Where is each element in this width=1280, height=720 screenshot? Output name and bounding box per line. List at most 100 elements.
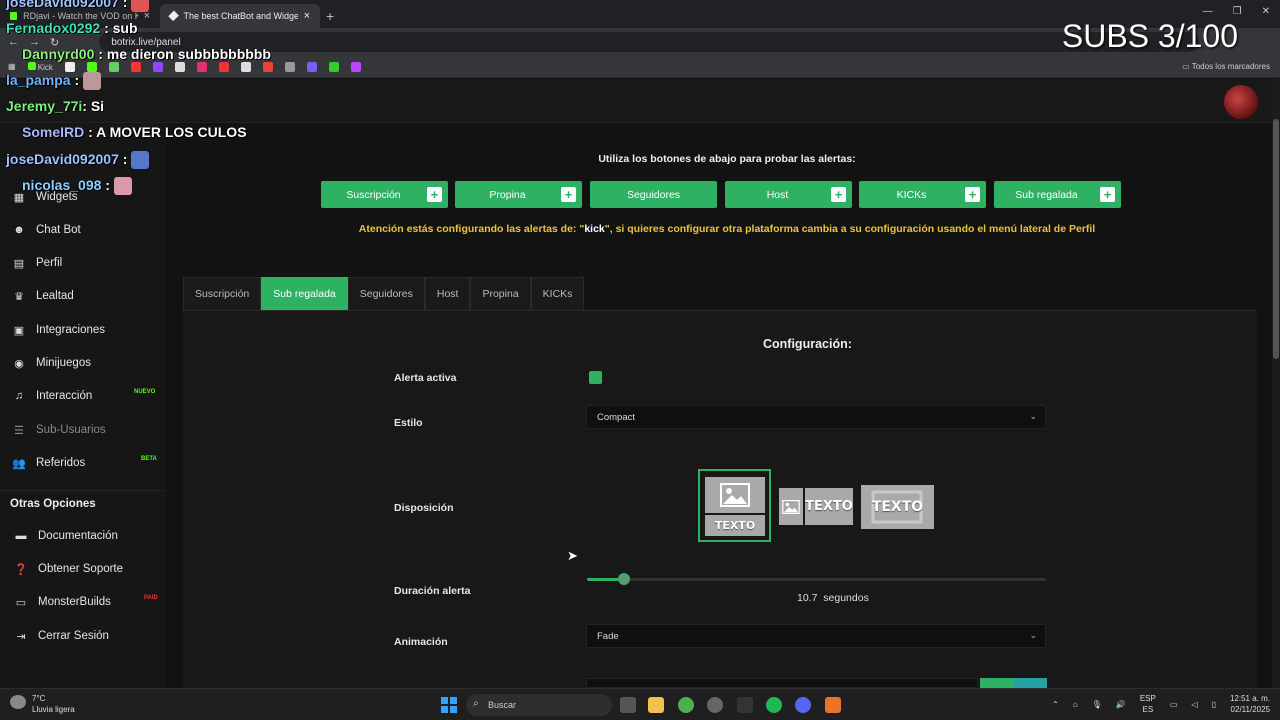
discord-icon[interactable] [795,697,811,713]
laptop-icon: ▭ [15,596,27,609]
chat-text: : [105,177,110,193]
scrollbar-thumb[interactable] [1273,119,1279,359]
avatar[interactable] [1224,85,1258,119]
gmail-icon[interactable] [262,61,273,72]
bookmark-icon[interactable] [306,61,317,72]
bookmark-icon[interactable] [108,61,119,72]
tiktok-icon[interactable] [64,61,75,72]
sidebar-item-cerrar-sesion[interactable]: ⇥ Cerrar Sesión [14,630,109,643]
layout-option-overlay[interactable]: TEXTO [861,485,934,529]
close-window-icon[interactable]: ✕ [1262,6,1270,17]
emote-icon [131,151,150,170]
apps-grid-icon[interactable]: ▦ [8,62,16,71]
save-image-button[interactable] [1013,678,1047,688]
layout-option-side[interactable]: TEXTO [779,488,853,525]
sidebar-item-monsterbuilds[interactable]: ▭ MonsterBuilds [14,596,111,609]
windows-start-icon[interactable] [441,697,457,713]
chat-user: SomeIRD [22,124,85,140]
estilo-select[interactable]: Compact ⌄ [586,405,1046,429]
mic-icon[interactable]: 🎙 [1092,700,1102,709]
sidebar-divider [0,490,166,491]
back-icon[interactable]: ← [8,36,19,48]
page-header [0,79,1272,123]
layout-option-stacked[interactable]: TEXTO [698,469,771,542]
instagram-icon[interactable] [196,61,207,72]
twitch-icon[interactable] [152,61,163,72]
clock-date: 02/11/2025 [1230,705,1270,714]
sidebar-item-integraciones[interactable]: ▣ Integraciones [12,324,105,337]
duracion-slider[interactable] [587,573,1046,585]
sidebar-item-soporte[interactable]: ❓ Obtener Soporte [14,563,123,576]
browser-tab-botrix[interactable]: The best ChatBot and Widgets × [160,4,320,28]
test-suscripcion-button[interactable]: Suscripción + [321,181,448,208]
page-scrollbar[interactable] [1272,79,1280,688]
chat-user: la_pampa [6,72,71,88]
taskbar-search[interactable]: ⌕ Buscar [466,694,612,716]
animacion-select[interactable]: Fade ⌄ [586,624,1046,648]
minimize-icon[interactable]: — [1203,6,1213,17]
button-label: Propina [489,188,526,201]
sidebar-item-sub-usuarios[interactable]: ☰ Sub-Usuarios [12,424,106,437]
tab-propina[interactable]: Propina [470,277,531,310]
volume-icon[interactable]: 🔊 [1116,700,1126,709]
bookmark-icon[interactable] [218,61,229,72]
sidebar-item-minijuegos[interactable]: ◉ Minijuegos [12,357,91,370]
close-icon[interactable]: × [304,10,310,22]
image-url-input[interactable] [586,678,978,688]
bookmark-icon[interactable] [284,61,295,72]
new-tab-button[interactable]: + [326,8,334,28]
maximize-icon[interactable]: ❐ [1233,6,1242,17]
youtube-icon[interactable] [130,61,141,72]
all-bookmarks[interactable]: ▭ Todos los marcadores [1182,62,1270,71]
sidebar-item-documentacion[interactable]: ▬ Documentación [14,530,118,542]
weather-widget[interactable]: 7°C Lluvia ligera [8,693,75,715]
sidebar-item-label: Cerrar Sesión [38,630,109,642]
sidebar-item-lealtad[interactable]: ♛ Lealtad [12,290,74,303]
estilo-value: Compact [597,411,636,423]
speaker-icon[interactable]: ◁ [1191,700,1197,709]
obs-icon[interactable] [707,697,723,713]
screen: RDjavi - Watch the VOD on Kick × The bes… [0,0,1280,720]
sidebar-item-interaccion[interactable]: ♫ Interacción [12,390,92,402]
file-explorer-icon[interactable] [648,697,664,713]
terminal-icon[interactable] [737,697,753,713]
kick-icon[interactable] [86,61,97,72]
network-icon[interactable]: ⌂ [1073,700,1078,709]
chat-user: Fernadox0292 [6,20,101,36]
spotify-icon[interactable] [766,697,782,713]
alerta-activa-label: Alerta activa [394,372,457,384]
tab-sub-regalada[interactable]: Sub regalada [261,277,348,310]
test-sub-regalada-button[interactable]: Sub regalada + [994,181,1121,208]
task-view-icon[interactable] [620,697,636,713]
music-note-icon: ♫ [14,390,24,402]
sidebar-item-perfil[interactable]: ▤ Perfil [12,257,62,270]
battery-icon[interactable]: ▯ [1212,700,1216,709]
clock[interactable]: 12:51 a. m. 02/11/2025 [1230,693,1270,715]
bookmark-icon[interactable] [240,61,251,72]
display-icon[interactable]: ▭ [1170,700,1178,709]
test-propina-button[interactable]: Propina + [455,181,582,208]
alerta-activa-checkbox[interactable] [589,371,602,384]
tab-seguidores[interactable]: Seguidores [347,277,425,310]
app-icon[interactable] [825,697,841,713]
upload-button[interactable] [980,678,1014,688]
test-kicks-button[interactable]: KICKs + [859,181,986,208]
test-host-button[interactable]: Host + [725,181,852,208]
chevron-up-icon[interactable]: ⌃ [1052,700,1059,709]
bookmark-icon[interactable] [328,61,339,72]
test-seguidores-button[interactable]: Seguidores [590,181,717,208]
chat-line: joseDavid092007 : [6,0,150,13]
layout-text: TEXTO [805,488,853,525]
tab-kicks[interactable]: KICKs [530,277,585,310]
sidebar-item-label: Interacción [36,390,93,402]
language-indicator[interactable]: ESP ES [1140,693,1156,715]
slider-handle[interactable] [617,573,630,585]
tab-suscripcion[interactable]: Suscripción [183,277,262,310]
button-label: Suscripción [346,188,401,201]
chrome-icon[interactable] [678,697,694,713]
sidebar-item-referidos[interactable]: 👥 Referidos [12,457,85,470]
x-icon[interactable] [174,61,185,72]
bookmark-kick[interactable]: Kick [27,61,53,72]
tab-host[interactable]: Host [424,277,471,310]
bookmark-icon[interactable] [350,61,361,72]
